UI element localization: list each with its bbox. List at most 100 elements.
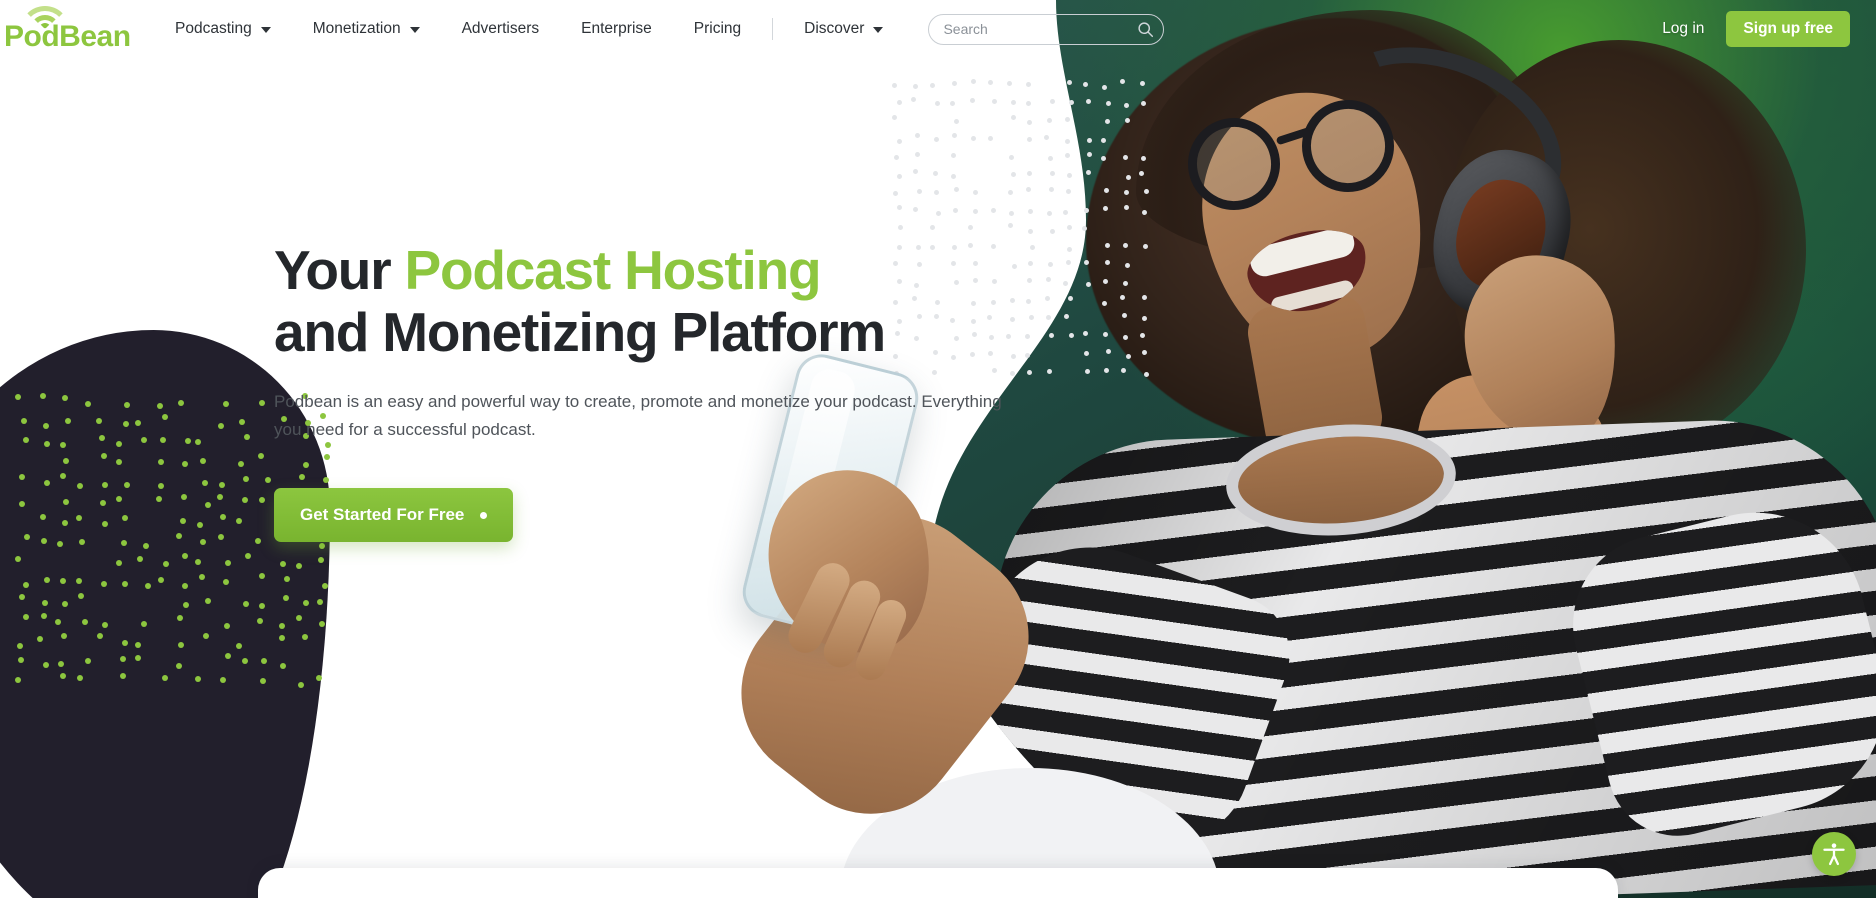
decorative-dot [245,552,252,559]
decorative-dot [82,619,89,626]
decorative-dot [1065,188,1071,194]
decorative-dot [194,559,201,566]
decorative-dot [198,573,205,580]
decorative-dot [121,639,128,646]
decorative-dot [1028,209,1034,215]
decorative-dot [954,119,960,125]
decorative-dot [176,662,183,669]
decorative-dot [1009,154,1015,160]
decorative-dot [1123,243,1129,249]
decorative-dot [912,83,918,89]
decorative-dot [140,620,147,627]
decorative-dot [1065,138,1071,144]
decorative-dot [120,672,127,679]
nav-item-discover[interactable]: Discover [783,0,904,58]
search-submit-button[interactable] [1135,19,1155,39]
decorative-dot [124,401,131,408]
decorative-dot [216,493,223,500]
decorative-dot [1068,333,1074,339]
decorative-dot [1120,79,1126,85]
decorative-dot [321,583,328,590]
nav-item-label: Enterprise [581,20,652,37]
nav-item-monetization[interactable]: Monetization [292,0,441,58]
decorative-dot [59,441,66,448]
nav-divider [772,18,774,40]
decorative-dot [99,500,106,507]
decorative-dot [199,457,206,464]
decorative-dot [242,496,249,503]
decorative-dot [243,476,250,483]
decorative-dot [1122,154,1128,160]
decorative-dot [1084,351,1090,357]
decorative-dot [201,479,208,486]
decorative-dot [101,452,108,459]
decorative-dot [1125,354,1131,360]
decorative-dot [42,661,49,668]
decorative-dot [18,500,25,507]
decorative-dot [278,622,285,629]
podbean-logo[interactable]: PodBean [4,6,131,52]
decorative-dot [122,421,129,428]
decorative-dot [1026,119,1032,125]
decorative-dot [77,675,84,682]
decorative-dot [259,399,266,406]
decorative-dot [1142,349,1148,355]
decorative-dot [1065,153,1071,159]
decorative-dot [96,633,103,640]
decorative-dot [1085,170,1091,176]
decorative-dot [20,417,27,424]
decorative-dot [1144,189,1150,195]
decorative-dot [1047,262,1053,268]
decorative-dot [1008,190,1014,196]
nav-item-enterprise[interactable]: Enterprise [560,0,673,58]
decorative-dot [1125,263,1131,269]
decorative-dot [39,514,46,521]
get-started-free-button[interactable]: Get Started For Free [274,488,514,543]
nav-item-pricing[interactable]: Pricing [673,0,762,58]
login-link[interactable]: Log in [1662,20,1704,38]
decorative-dot [953,187,959,193]
signup-free-button[interactable]: Sign up free [1726,11,1850,47]
decorative-dot [1106,100,1112,106]
decorative-dot [1067,246,1073,252]
decorative-dot [302,599,309,606]
search-input[interactable] [929,14,1164,44]
decorative-dot [1049,170,1055,176]
decorative-dot [95,417,102,424]
nav-item-advertisers[interactable]: Advertisers [441,0,561,58]
nav-left-group: PodBean Podcasting Monetization Advertis… [0,0,1165,58]
decorative-dot [42,422,49,429]
decorative-dot [1010,115,1016,121]
accessibility-widget-button[interactable] [1812,832,1856,876]
decorative-dot [60,578,67,585]
decorative-dot [892,82,898,88]
decorative-dot [141,436,148,443]
decorative-dot [177,642,184,648]
search-box[interactable] [928,13,1165,45]
decorative-dot [1102,205,1108,211]
decorative-dot [258,497,265,504]
decorative-dot [1122,313,1128,319]
decorative-dot [1139,81,1145,87]
decorative-dot [236,518,243,525]
decorative-dot [949,100,955,106]
nav-item-podcasting[interactable]: Podcasting [154,0,292,58]
decorative-dot [317,598,324,605]
decorative-dot [897,224,903,230]
decorative-dot [182,461,189,468]
headline-highlight: Podcast Hosting [404,239,821,301]
decorative-dot [17,656,24,663]
decorative-dot [135,420,142,427]
decorative-dot [992,99,998,104]
nav-item-label: Podcasting [175,20,252,37]
decorative-dot [988,135,994,141]
decorative-dot [163,561,170,568]
decorative-dot [85,400,92,407]
decorative-dot [934,101,940,107]
decorative-dot [1026,82,1032,88]
decorative-dot [950,173,956,179]
decorative-dot [15,555,21,562]
decorative-dot [76,515,83,522]
podbean-homepage: PodBean Podcasting Monetization Advertis… [0,0,1876,898]
decorative-dot [987,79,993,85]
